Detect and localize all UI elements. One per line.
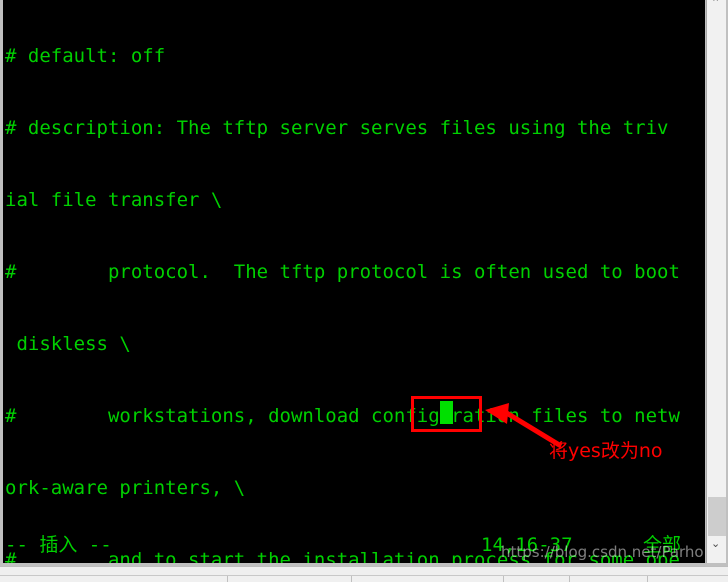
vertical-scrollbar[interactable]: ⌃ ⌄ [706, 0, 726, 563]
status-bar-cell [352, 576, 504, 582]
status-bar-cell [648, 576, 728, 582]
annotation-label: 将yes改为no [549, 440, 663, 462]
editor-line: # default: off [5, 45, 166, 67]
editor-line: diskless \ [5, 333, 131, 355]
editor-line: # description: The tftp server serves fi… [5, 117, 669, 139]
editor-line: # workstations, download configuration f… [5, 405, 680, 427]
status-bar-cell [0, 576, 228, 582]
scrollbar-thumb[interactable] [708, 497, 726, 536]
status-bar-cell [228, 576, 352, 582]
text-cursor [440, 401, 453, 424]
scroll-down-button[interactable]: ⌄ [707, 537, 726, 557]
chevron-up-icon: ⌃ [711, 0, 721, 9]
editor-text-area[interactable]: # default: off # description: The tftp s… [3, 0, 705, 563]
terminal-window: # default: off # description: The tftp s… [0, 0, 728, 566]
window-bottom-edge [0, 566, 728, 582]
application-status-bar [0, 575, 728, 582]
status-bar-cell [570, 576, 648, 582]
terminal-screen[interactable]: # default: off # description: The tftp s… [3, 0, 705, 563]
editor-line: ork-aware printers, \ [5, 477, 246, 499]
status-bar-cell [504, 576, 570, 582]
chevron-down-icon: ⌄ [711, 537, 721, 550]
vim-mode-indicator: -- 插入 -- [5, 534, 112, 556]
watermark-text: https://blog.csdn.net/Parhoi [501, 543, 705, 561]
editor-line: ial file transfer \ [5, 189, 223, 211]
editor-line: # protocol. The tftp protocol is often u… [5, 261, 680, 283]
scroll-up-button[interactable]: ⌃ [707, 0, 726, 9]
